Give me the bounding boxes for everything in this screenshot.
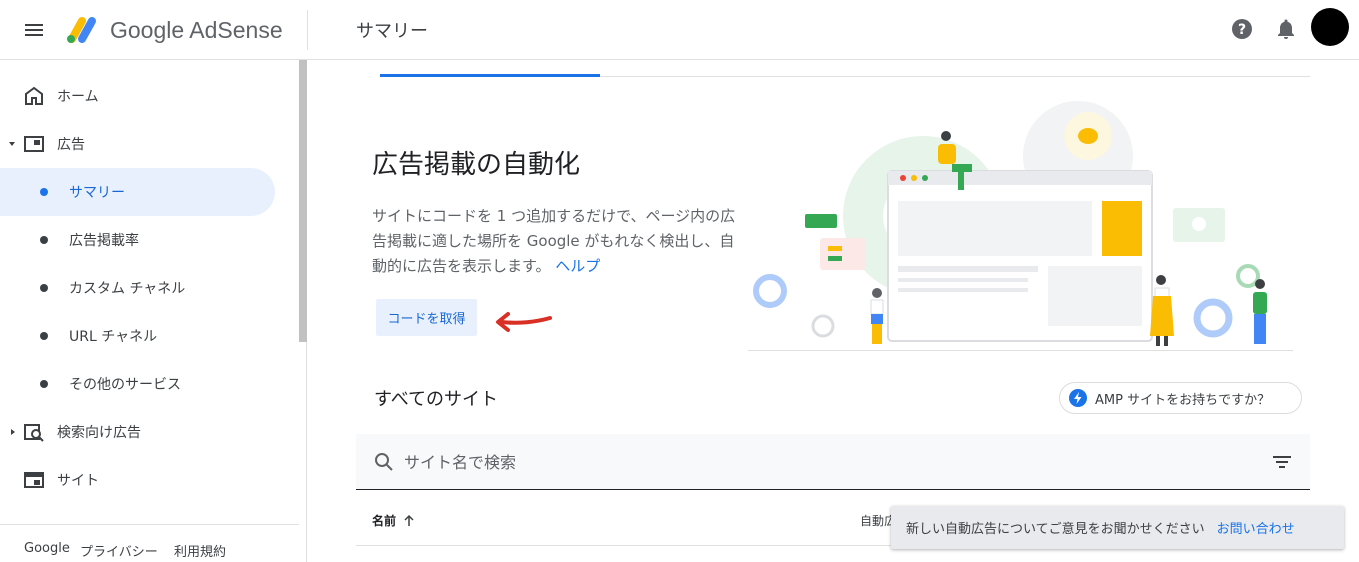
arrow-up-icon [404,514,414,526]
amp-sites-button[interactable]: AMP サイトをお持ちですか？ [1059,382,1302,414]
sidebar-item-label: 広告 [57,137,85,153]
sidebar-item-search-ads[interactable]: 検索向け広告 [0,408,290,456]
topbar-divider [307,10,308,50]
footer-google: Google [24,541,70,556]
sidebar-item-coverage[interactable]: 広告掲載率 [0,216,290,264]
snackbar-message: 新しい自動広告についてご意見をお聞かせください [906,522,1205,537]
sidebar-item-summary[interactable]: サマリー [0,168,275,216]
sidebar-item-label: サイト [57,473,99,489]
caret-down-icon [9,142,15,146]
logo-text: Google AdSense [110,16,283,43]
all-sites-heading: すべてのサイト [374,389,499,410]
notifications-icon[interactable] [1274,17,1298,41]
sites-icon [24,472,44,488]
sidebar-item-ads[interactable]: 広告 [0,120,290,168]
main-content: 広告掲載の自動化 サイトにコードを 1 つ追加するだけで、ページ内の広告掲載に適… [308,60,1359,562]
sidebar: ホーム 広告 サマリー 広告掲載率 カスタム チャネル URL チャネル その他… [0,60,307,562]
sidebar-item-label: ホーム [57,89,99,105]
red-arrow-annotation [496,312,552,332]
filter-icon[interactable] [1272,452,1292,472]
svg-text:?: ? [1238,22,1246,38]
sidebar-scrollbar[interactable] [299,60,307,342]
auto-ads-description: サイトにコードを 1 つ追加するだけで、ページ内の広告掲載に適した場所を Goo… [372,204,746,279]
sidebar-item-label: 検索向け広告 [57,425,141,441]
ads-icon [24,136,44,152]
sidebar-item-label: カスタム チャネル [69,281,186,297]
site-search-input[interactable] [404,448,1204,476]
sidebar-item-sites[interactable]: サイト [0,456,290,504]
auto-ads-headline: 広告掲載の自動化 [372,150,581,180]
bullet-icon [40,332,48,340]
caret-right-icon [11,429,15,435]
snackbar-contact-link[interactable]: お問い合わせ [1217,518,1295,537]
adsense-logo[interactable]: Google AdSense [64,12,283,48]
description-text: サイトにコードを 1 つ追加するだけで、ページ内の広告掲載に適した場所を Goo… [372,207,736,275]
page-title: サマリー [356,21,428,42]
help-icon[interactable]: ? [1230,17,1254,41]
sidebar-item-url-channels[interactable]: URL チャネル [0,312,290,360]
column-name-label: 名前 [372,514,397,528]
sidebar-item-other-services[interactable]: その他のサービス [0,360,290,408]
sidebar-item-label: URL チャネル [69,329,158,345]
tab-active-indicator [380,74,600,77]
amp-button-label: AMP サイトをお持ちですか？ [1095,392,1271,408]
sidebar-item-home[interactable]: ホーム [0,72,290,120]
amp-lightning-icon [1069,389,1087,407]
auto-ads-illustration [748,101,1293,351]
search-ads-icon [24,424,44,442]
footer-privacy-link[interactable]: プライバシー [80,541,158,560]
adsense-logo-icon [67,17,96,43]
bullet-icon [40,380,48,388]
bullet-icon [40,284,48,292]
top-app-bar: Google AdSense サマリー ? [0,0,1359,60]
sidebar-item-label: その他のサービス [69,377,181,393]
sidebar-item-label: 広告掲載率 [69,233,139,249]
help-link[interactable]: ヘルプ [555,257,600,275]
search-icon [375,453,393,471]
feedback-snackbar: 新しい自動広告についてご意見をお聞かせください お問い合わせ [891,506,1344,549]
column-header-name[interactable]: 名前 [372,512,416,529]
get-code-button[interactable]: コードを取得 [376,299,477,336]
sidebar-footer: Google プライバシー 利用規約 [0,524,299,562]
bullet-icon [40,188,48,196]
sidebar-item-custom-channels[interactable]: カスタム チャネル [0,264,290,312]
sidebar-item-label: サマリー [69,185,125,201]
account-avatar[interactable] [1311,8,1349,46]
footer-terms-link[interactable]: 利用規約 [174,541,226,560]
bullet-icon [40,236,48,244]
menu-icon[interactable] [22,18,46,42]
home-icon [25,86,43,105]
site-search-bar [356,434,1310,490]
